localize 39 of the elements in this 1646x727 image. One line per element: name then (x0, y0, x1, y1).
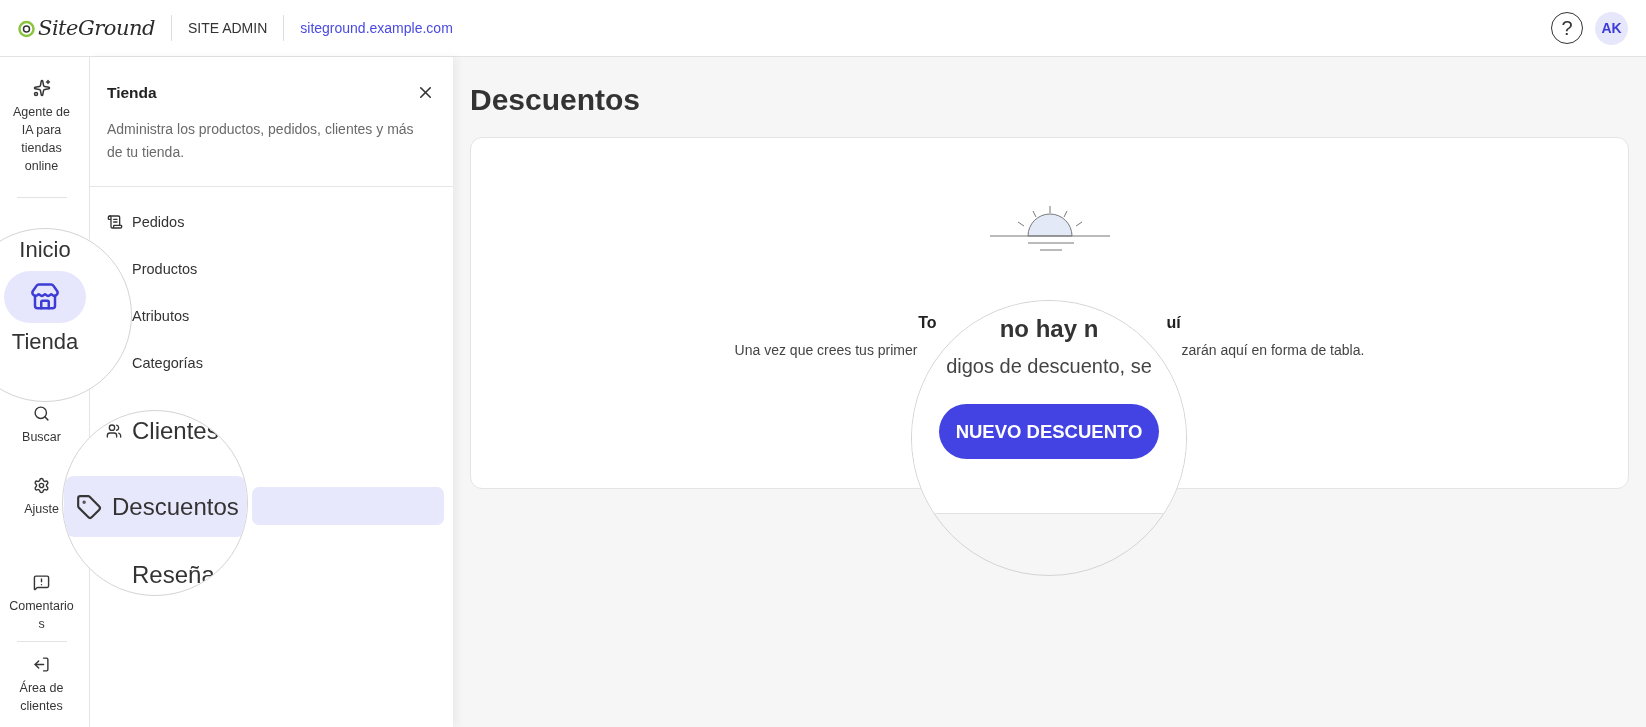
new-discount-button[interactable]: NUEVO DESCUENTO (939, 404, 1159, 459)
page-title: Descuentos (470, 83, 642, 117)
rail-label[interactable]: Tienda (11, 329, 79, 355)
store-icon (30, 282, 60, 312)
empty-state-text: zarán aquí en forma de tabla. (1181, 342, 1365, 358)
menu-item[interactable]: Clientes (132, 416, 219, 445)
feedback-icon (33, 574, 50, 591)
menu-item[interactable]: Categorías (132, 355, 203, 371)
empty-state-subtitle: To (918, 314, 937, 332)
rail-label[interactable]: Área de clientes (6, 679, 77, 715)
rail-label[interactable]: Agente de IA para tiendas online (6, 103, 77, 175)
section-label: SITE ADMIN (187, 20, 268, 36)
logo-icon (18, 18, 35, 38)
tag-icon (76, 493, 102, 520)
empty-state-subtitle: digos de descuento, se (946, 355, 1152, 378)
user-avatar[interactable]: AK (1595, 11, 1628, 45)
menu-item[interactable]: Productos (132, 261, 198, 277)
panel-description: Administra los productos, pedidos, clientes y más de tu tienda. (107, 120, 415, 162)
panel-title: Tienda (107, 83, 157, 102)
rail-label[interactable]: Ajuste (24, 500, 59, 518)
menu-item[interactable]: Descuentos (112, 492, 239, 521)
rail-label[interactable]: Buscar (22, 428, 61, 446)
search-icon (33, 405, 50, 422)
sparkle-icon (32, 79, 51, 97)
menu-item[interactable]: Pedidos (132, 214, 185, 230)
receipt-icon (107, 214, 123, 230)
users-icon (106, 422, 122, 439)
empty-state-text: Una vez que crees tus primer (734, 342, 918, 358)
rail-label[interactable]: Comentarios (8, 597, 75, 633)
empty-state-subtitle: uí (1166, 314, 1181, 332)
empty-state-heading: no hay n (999, 315, 1099, 343)
exit-icon (33, 656, 50, 673)
rail-label[interactable]: Inicio (19, 237, 71, 263)
site-link[interactable]: siteground.example.com (300, 20, 453, 36)
nav-item-highlight[interactable] (4, 271, 86, 323)
sunrise-icon (989, 204, 1110, 254)
settings-icon (33, 477, 50, 494)
selected-row-highlight[interactable]: Descuentos (64, 475, 247, 538)
menu-item[interactable]: Atributos (132, 308, 190, 324)
